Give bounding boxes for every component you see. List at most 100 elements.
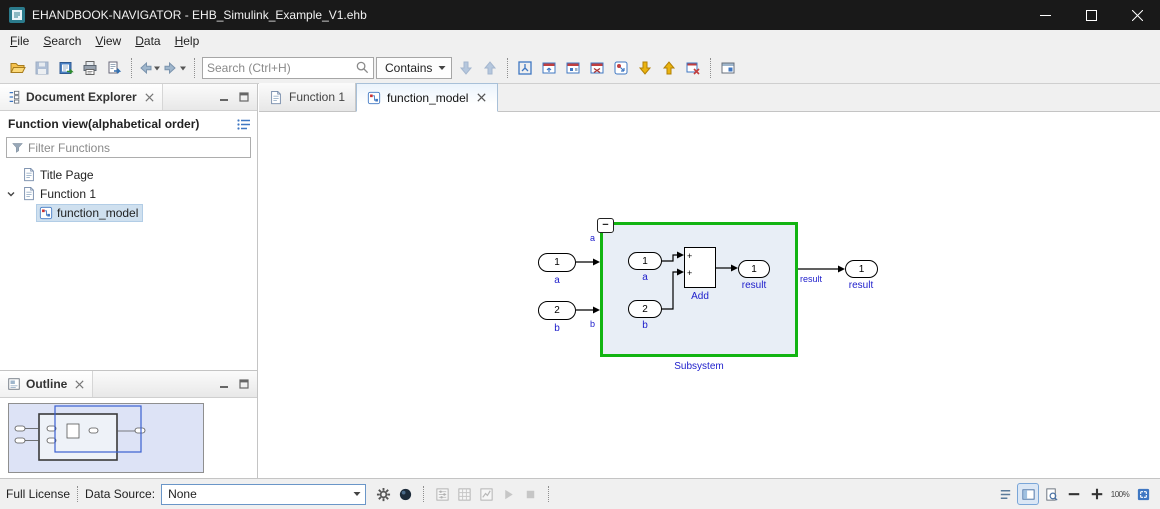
tree-item-function-1[interactable]: Function 1 bbox=[0, 184, 257, 203]
forward-arrow-icon bbox=[163, 60, 179, 76]
open-submodel-button[interactable] bbox=[561, 56, 585, 80]
filter-funnel-icon bbox=[11, 141, 24, 154]
maximize-icon bbox=[238, 91, 250, 103]
status-separator bbox=[423, 486, 424, 502]
simulink-model-icon bbox=[39, 206, 53, 220]
gold-up-arrow-icon bbox=[661, 60, 677, 76]
remove-model-button[interactable] bbox=[681, 56, 705, 80]
subsystem-outport[interactable]: 1 bbox=[738, 260, 770, 278]
outport-number: 1 bbox=[751, 264, 757, 275]
menu-help[interactable]: Help bbox=[168, 32, 207, 50]
tab-close-button[interactable] bbox=[476, 92, 487, 103]
back-arrow-icon bbox=[137, 60, 153, 76]
start-button[interactable] bbox=[497, 483, 519, 505]
document-explorer-close-button[interactable] bbox=[144, 92, 155, 103]
toggle-sidebar-button[interactable] bbox=[1017, 483, 1039, 505]
minimize-panel-button[interactable] bbox=[215, 89, 233, 105]
measurement-button[interactable] bbox=[453, 483, 475, 505]
open-function-button[interactable] bbox=[609, 56, 633, 80]
calibration-button[interactable] bbox=[431, 483, 453, 505]
outline-thumbnail[interactable] bbox=[8, 403, 204, 473]
subsystem-label: Subsystem bbox=[674, 361, 723, 372]
simulink-model-icon bbox=[367, 91, 381, 105]
minimize-icon bbox=[218, 91, 230, 103]
search-input[interactable] bbox=[203, 61, 355, 75]
toolbar-separator bbox=[710, 58, 711, 78]
tree-expander[interactable] bbox=[4, 189, 18, 199]
close-icon bbox=[1132, 10, 1143, 21]
subsystem-collapse-button[interactable]: − bbox=[597, 218, 614, 233]
fit-to-window-button[interactable] bbox=[1132, 483, 1154, 505]
zoom-in-button[interactable] bbox=[1086, 483, 1108, 505]
outport-number: 1 bbox=[859, 264, 865, 275]
back-button[interactable] bbox=[137, 56, 163, 80]
add-block[interactable]: + + bbox=[684, 247, 716, 288]
close-submodel-button[interactable] bbox=[585, 56, 609, 80]
inport-label-a: a bbox=[554, 275, 560, 286]
outport-block-result[interactable]: 1 bbox=[845, 260, 878, 278]
maximize-panel-button[interactable] bbox=[235, 89, 253, 105]
show-in-model-button[interactable] bbox=[513, 56, 537, 80]
zoom-out-button[interactable] bbox=[1063, 483, 1085, 505]
tab-function-1[interactable]: Function 1 bbox=[259, 83, 356, 111]
toolbar-separator bbox=[131, 58, 132, 78]
selected-tree-item[interactable]: function_model bbox=[36, 204, 143, 222]
inport-block-a[interactable]: 1 bbox=[538, 253, 576, 272]
search-previous-button[interactable] bbox=[478, 56, 502, 80]
view-list-button[interactable] bbox=[994, 483, 1016, 505]
new-window-button[interactable] bbox=[716, 56, 740, 80]
view-menu-icon bbox=[237, 118, 251, 131]
search-mode-dropdown[interactable]: Contains bbox=[376, 57, 452, 79]
zoom-reset-button[interactable]: 100% bbox=[1109, 483, 1131, 505]
document-icon bbox=[269, 90, 283, 105]
inport-label-b: b bbox=[554, 323, 560, 334]
minimize-window-button[interactable] bbox=[1022, 0, 1068, 30]
minimize-icon bbox=[218, 378, 230, 390]
explorer-tree-icon bbox=[7, 90, 21, 104]
menu-data[interactable]: Data bbox=[128, 32, 167, 50]
inport-number: 2 bbox=[642, 304, 648, 315]
import-handbook-button[interactable] bbox=[54, 56, 78, 80]
menu-search[interactable]: Search bbox=[36, 32, 88, 50]
print-icon bbox=[82, 60, 98, 76]
experiment-button[interactable] bbox=[475, 483, 497, 505]
document-explorer-tab[interactable]: Document Explorer bbox=[0, 84, 163, 110]
menu-view[interactable]: View bbox=[88, 32, 128, 50]
search-next-button[interactable] bbox=[454, 56, 478, 80]
model-canvas[interactable]: − 1 a 2 b a b result 1 a 2 b + + Add 1 bbox=[259, 112, 1160, 478]
open-parent-model-button[interactable] bbox=[537, 56, 561, 80]
search-icon bbox=[355, 60, 370, 75]
tab-function-model[interactable]: function_model bbox=[356, 83, 498, 112]
tab-label: function_model bbox=[387, 91, 468, 105]
data-source-settings-button[interactable] bbox=[372, 483, 394, 505]
forward-button[interactable] bbox=[163, 56, 189, 80]
view-menu-button[interactable] bbox=[237, 118, 251, 131]
export-button[interactable] bbox=[102, 56, 126, 80]
print-button[interactable] bbox=[78, 56, 102, 80]
inport-block-b[interactable]: 2 bbox=[538, 301, 576, 320]
menu-file[interactable]: File bbox=[3, 32, 36, 50]
stop-button[interactable] bbox=[519, 483, 541, 505]
outline-close-button[interactable] bbox=[74, 379, 85, 390]
minimize-panel-button[interactable] bbox=[215, 376, 233, 392]
close-window-button[interactable] bbox=[1114, 0, 1160, 30]
toggle-preview-button[interactable] bbox=[1040, 483, 1062, 505]
search-box bbox=[202, 57, 374, 79]
tree-item-function-model[interactable]: function_model bbox=[0, 203, 257, 222]
open-button[interactable] bbox=[6, 56, 30, 80]
maximize-window-button[interactable] bbox=[1068, 0, 1114, 30]
save-button[interactable] bbox=[30, 56, 54, 80]
previous-function-button[interactable] bbox=[657, 56, 681, 80]
filter-functions-input[interactable] bbox=[28, 141, 246, 155]
subsystem-inport-b[interactable]: 2 bbox=[628, 300, 662, 318]
search-mode-label: Contains bbox=[385, 61, 432, 75]
subsystem-inport-a[interactable]: 1 bbox=[628, 252, 662, 270]
maximize-panel-button[interactable] bbox=[235, 376, 253, 392]
tree-item-title-page[interactable]: Title Page bbox=[0, 165, 257, 184]
outline-tab[interactable]: Outline bbox=[0, 371, 93, 397]
data-source-select[interactable]: None bbox=[161, 484, 366, 505]
submodel-icon bbox=[565, 60, 581, 76]
data-source-monitor-button[interactable] bbox=[394, 483, 416, 505]
plus-icon bbox=[1090, 487, 1104, 501]
next-function-button[interactable] bbox=[633, 56, 657, 80]
